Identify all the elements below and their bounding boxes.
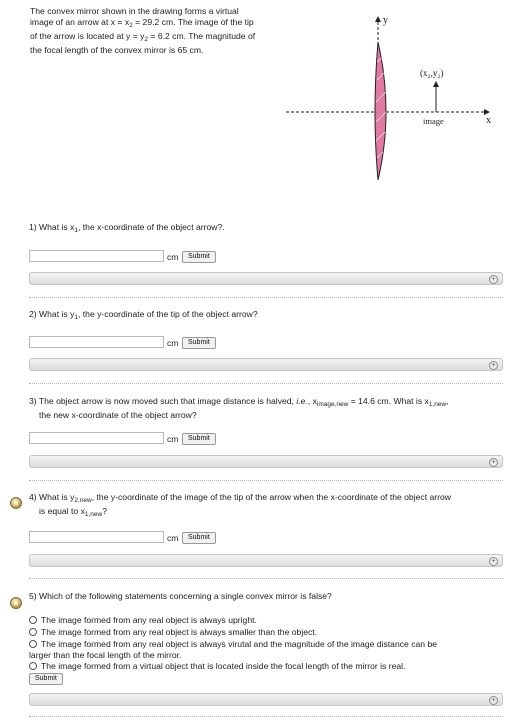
point-label: (x₂,y₂)	[420, 68, 444, 78]
radio-button[interactable]	[29, 662, 37, 670]
plus-circle-icon[interactable]: +	[489, 557, 498, 566]
question-5-feedback-bar[interactable]: +	[29, 693, 503, 706]
divider	[29, 480, 503, 481]
radio-button[interactable]	[29, 640, 37, 648]
hint-icon[interactable]	[10, 597, 22, 609]
question-2-feedback-bar[interactable]: +	[29, 358, 503, 371]
intro-line: The convex mirror shown in the drawing f…	[30, 6, 239, 16]
y-axis-arrowhead	[375, 16, 381, 22]
hint-icon[interactable]	[10, 497, 22, 509]
option-3-continued: larger than the focal length of the mirr…	[29, 650, 182, 660]
question-4-submit-button[interactable]: Submit	[182, 532, 216, 544]
divider	[29, 297, 503, 298]
question-3-answer-input[interactable]	[29, 432, 164, 444]
divider	[29, 578, 503, 579]
unit-label: cm	[167, 434, 179, 444]
intro-line: of the arrow is located at y = y2 = 6.2 …	[30, 31, 256, 43]
radio-button[interactable]	[29, 616, 37, 624]
question-3-feedback-bar[interactable]: +	[29, 455, 503, 468]
question-1-text: 1) What is x1, the x-coordinate of the o…	[29, 222, 225, 234]
question-1-answer-input[interactable]	[29, 250, 164, 262]
question-4-feedback-bar[interactable]: +	[29, 554, 503, 567]
plus-circle-icon[interactable]: +	[489, 458, 498, 467]
image-arrowhead	[433, 81, 439, 87]
question-4-text: 4) What is y2,new, the y-coordinate of t…	[29, 492, 451, 518]
question-2-answer-input[interactable]	[29, 336, 164, 348]
plus-circle-icon[interactable]: +	[489, 275, 498, 284]
question-1-submit-button[interactable]: Submit	[182, 251, 216, 263]
unit-label: cm	[167, 338, 179, 348]
problem-statement: The convex mirror shown in the drawing f…	[30, 6, 292, 56]
question-1-feedback-bar[interactable]: +	[29, 272, 503, 285]
intro-line: the focal length of the convex mirror is…	[30, 45, 204, 55]
unit-label: cm	[167, 252, 179, 262]
question-5-text: 5) Which of the following statements con…	[29, 591, 332, 601]
question-5-submit-button[interactable]: Submit	[29, 673, 63, 685]
question-2-submit-button[interactable]: Submit	[182, 337, 216, 349]
intro-line: image of an arrow at x = x2 = 29.2 cm. T…	[30, 17, 254, 29]
question-3-text: 3) The object arrow is now moved such th…	[29, 396, 449, 420]
image-label: image	[423, 116, 444, 126]
divider	[29, 716, 503, 717]
unit-label: cm	[167, 533, 179, 543]
divider	[29, 383, 503, 384]
option-3[interactable]: The image formed from any real object is…	[29, 639, 437, 649]
option-2[interactable]: The image formed from any real object is…	[29, 627, 317, 637]
mirror-diagram: y x (x₂,y₂) image	[286, 15, 491, 181]
option-1[interactable]: The image formed from any real object is…	[29, 615, 257, 625]
radio-button[interactable]	[29, 628, 37, 636]
question-3-submit-button[interactable]: Submit	[182, 433, 216, 445]
question-2-text: 2) What is y1, the y-coordinate of the t…	[29, 309, 258, 321]
plus-circle-icon[interactable]: +	[489, 361, 498, 370]
option-4[interactable]: The image formed from a virtual object t…	[29, 661, 405, 671]
plus-circle-icon[interactable]: +	[489, 696, 498, 705]
convex-mirror	[374, 41, 387, 181]
y-axis-label: y	[383, 15, 388, 26]
x-axis-label: x	[486, 115, 491, 126]
question-4-answer-input[interactable]	[29, 531, 164, 543]
